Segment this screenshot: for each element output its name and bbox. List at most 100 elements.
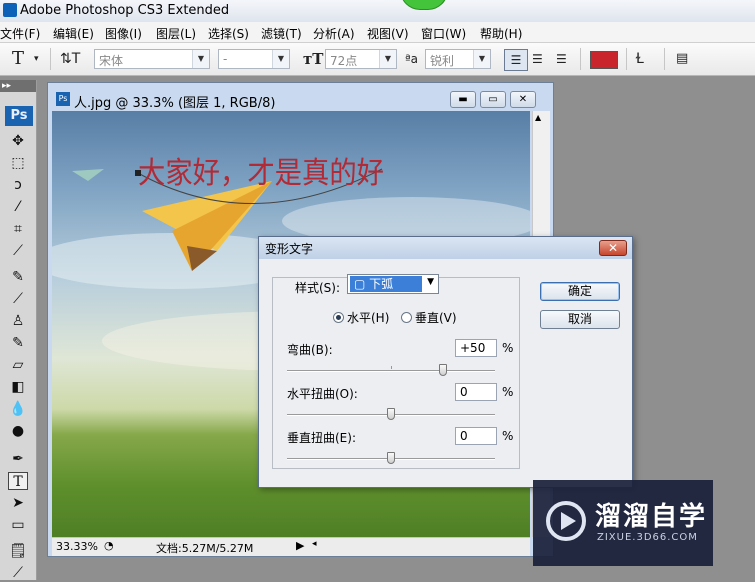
hdistort-percent: % — [502, 385, 514, 399]
vertical-radio[interactable] — [401, 312, 412, 323]
arc-lower-icon: ▢ — [354, 277, 370, 291]
antialias-icon: ªa — [405, 52, 419, 66]
marquee-tool-icon[interactable]: ⬚ — [8, 154, 28, 172]
menu-view[interactable]: 视图(V) — [367, 25, 409, 42]
crop-tool-icon[interactable]: ⌗ — [8, 220, 28, 238]
menu-layer[interactable]: 图层(L) — [156, 25, 196, 42]
vdistort-slider-thumb[interactable] — [387, 452, 395, 464]
vdistort-input[interactable]: 0 — [455, 427, 497, 445]
pen-tool-icon[interactable]: ✒ — [8, 450, 28, 468]
healing-brush-icon[interactable]: ✎ — [8, 268, 28, 286]
play-logo-icon — [546, 501, 586, 541]
status-menu-icon[interactable]: ◔ — [104, 539, 114, 552]
align-center-icon[interactable]: ☰ — [532, 49, 543, 69]
warp-options-group: 样式(S): ▢ 下弧 ▼ 水平(H) 垂直(V) 弯曲(B): +50 % 水… — [272, 274, 520, 469]
minimize-button[interactable]: ▬ — [450, 91, 476, 108]
ok-button[interactable]: 确定 — [540, 282, 620, 301]
tools-panel-header[interactable]: ▸▸ — [0, 80, 36, 92]
warp-text-icon[interactable]: Ɫ — [636, 49, 644, 69]
antialias-select[interactable]: 锐利 ▼ — [425, 49, 491, 69]
hdistort-input[interactable]: 0 — [455, 383, 497, 401]
vdistort-label: 垂直扭曲(E): — [287, 431, 356, 445]
dialog-title-bar: 变形文字 ✕ — [259, 237, 632, 259]
document-size: 文档:5.27M/5.27M — [156, 542, 254, 555]
document-ps-icon: Ps — [56, 92, 70, 106]
tools-panel: ▸▸ Ps ✥ ⬚ ↄ ⁄ ⌗ ⟋ ✎ ⟋ ♙ ✎ ▱ ◧ 💧 ● ✒ T ➤ … — [0, 80, 37, 582]
style-label: 样式(S): — [295, 281, 341, 295]
lasso-tool-icon[interactable]: ↄ — [8, 176, 28, 194]
preset-arrow-icon[interactable]: ▾ — [34, 49, 39, 69]
close-button[interactable]: ✕ — [510, 91, 536, 108]
menu-filter[interactable]: 滤镜(T) — [261, 25, 302, 42]
font-style-select[interactable]: - ▼ — [218, 49, 290, 69]
font-size-select[interactable]: 72点 ▼ — [325, 49, 397, 69]
hdistort-label: 水平扭曲(O): — [287, 387, 358, 401]
menu-bar: 文件(F) 编辑(E) 图像(I) 图层(L) 选择(S) 滤镜(T) 分析(A… — [0, 22, 755, 43]
vdistort-percent: % — [502, 429, 514, 443]
dialog-title: 变形文字 — [265, 242, 314, 256]
text-color-swatch[interactable] — [590, 51, 618, 69]
gradient-tool-icon[interactable]: ◧ — [8, 378, 28, 396]
vertical-label[interactable]: 垂直(V) — [415, 309, 457, 326]
menu-help[interactable]: 帮助(H) — [480, 25, 522, 42]
menu-window[interactable]: 窗口(W) — [421, 25, 466, 42]
text-orientation-icon[interactable]: ⇅T — [60, 49, 80, 69]
app-title: Adobe Photoshop CS3 Extended — [20, 3, 230, 18]
type-tool-icon[interactable]: T — [8, 472, 28, 490]
hdistort-slider-thumb[interactable] — [387, 408, 395, 420]
magic-wand-icon[interactable]: ⁄ — [8, 198, 28, 216]
zoom-level[interactable]: 33.33% — [56, 540, 98, 553]
dodge-tool-icon[interactable]: ● — [8, 422, 28, 440]
horizontal-radio[interactable] — [333, 312, 344, 323]
document-title: 人.jpg @ 33.3% (图层 1, RGB/8) — [74, 96, 276, 111]
hscroll-left-icon[interactable]: ◂ — [312, 539, 317, 549]
style-select[interactable]: ▢ 下弧 ▼ — [347, 274, 439, 294]
bend-slider-thumb[interactable] — [439, 364, 447, 376]
menu-analysis[interactable]: 分析(A) — [313, 25, 355, 42]
menu-select[interactable]: 选择(S) — [208, 25, 249, 42]
align-left-icon[interactable]: ☰ — [504, 49, 528, 71]
photoshop-app-icon — [3, 3, 17, 17]
bend-input[interactable]: +50 — [455, 339, 497, 357]
horizontal-label[interactable]: 水平(H) — [347, 309, 389, 326]
style-value: 下弧 — [369, 277, 394, 291]
font-size-icon: тT — [303, 50, 324, 68]
app-title-bar: Adobe Photoshop CS3 Extended — [0, 0, 755, 23]
ps-logo: Ps — [5, 106, 33, 126]
eraser-tool-icon[interactable]: ▱ — [8, 356, 28, 374]
path-select-icon[interactable]: ➤ — [8, 494, 28, 512]
eyedropper-icon[interactable]: ⟋ — [8, 564, 28, 582]
status-arrow-icon[interactable]: ▶ — [296, 539, 304, 552]
warped-text[interactable]: 大家好，才是真的好 — [138, 156, 384, 191]
menu-file[interactable]: 文件(F) — [0, 25, 40, 42]
cancel-button[interactable]: 取消 — [540, 310, 620, 329]
menu-image[interactable]: 图像(I) — [105, 25, 142, 42]
restore-button[interactable]: ▭ — [480, 91, 506, 108]
move-tool-icon[interactable]: ✥ — [8, 132, 28, 150]
bend-percent: % — [502, 341, 514, 355]
status-bar: 33.33% ◔ 文档:5.27M/5.27M ▶ ◂ — [52, 537, 530, 556]
blur-tool-icon[interactable]: 💧 — [8, 400, 28, 418]
warp-text-dialog: 变形文字 ✕ 样式(S): ▢ 下弧 ▼ 水平(H) 垂直(V) 弯曲(B): … — [258, 236, 633, 488]
menu-edit[interactable]: 编辑(E) — [53, 25, 94, 42]
bend-label: 弯曲(B): — [287, 343, 333, 357]
dialog-close-button[interactable]: ✕ — [599, 240, 627, 256]
align-right-icon[interactable]: ☰ — [556, 49, 567, 69]
chevron-down-icon: ▼ — [427, 277, 434, 287]
options-bar: T ▾ ⇅T 宋体 ▼ - ▼ тT 72点 ▼ ªa 锐利 ▼ ☰ ☰ ☰ Ɫ ▤ — [0, 43, 755, 76]
scroll-up-icon[interactable]: ▲ — [535, 113, 541, 122]
font-family-select[interactable]: 宋体 ▼ — [94, 49, 210, 69]
palettes-toggle-icon[interactable]: ▤ — [676, 49, 688, 69]
history-brush-icon[interactable]: ✎ — [8, 334, 28, 352]
watermark-logo: 溜溜自学 ZIXUE.3D66.COM — [533, 480, 713, 566]
clone-stamp-icon[interactable]: ♙ — [8, 312, 28, 330]
shape-tool-icon[interactable]: ▭ — [8, 516, 28, 534]
bend-slider-track[interactable] — [287, 370, 495, 372]
watermark-url: ZIXUE.3D66.COM — [597, 532, 698, 543]
watermark-name: 溜溜自学 — [595, 502, 708, 532]
type-tool-preset-icon[interactable]: T — [12, 49, 24, 69]
notes-tool-icon[interactable]: 🗒 — [8, 542, 28, 560]
green-indicator — [400, 0, 448, 10]
brush-tool-icon[interactable]: ⟋ — [8, 290, 28, 308]
slice-tool-icon[interactable]: ⟋ — [8, 242, 28, 260]
